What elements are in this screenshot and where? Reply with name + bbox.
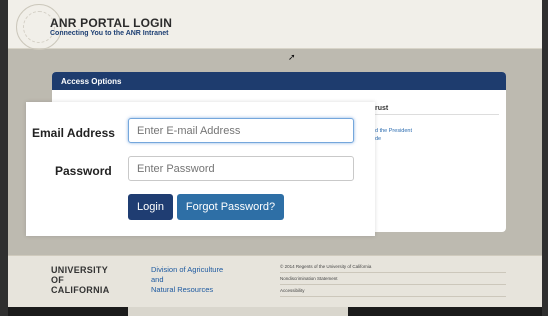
- division-line: Division of Agriculture: [151, 265, 224, 274]
- page-subtitle: Connecting You to the ANR Intranet: [50, 30, 169, 37]
- uc-logo-line: OF: [51, 275, 65, 285]
- copyright-link[interactable]: © 2014 Regents of the University of Cali…: [280, 261, 506, 273]
- footer-links: © 2014 Regents of the University of Cali…: [280, 261, 506, 297]
- header-bar: ANR PORTAL LOGIN Connecting You to the A…: [8, 0, 542, 50]
- side-link-guide[interactable]: de: [375, 136, 381, 142]
- background-document: [128, 307, 348, 316]
- access-options-heading: Access Options: [52, 72, 506, 90]
- divider: [375, 114, 499, 115]
- uc-logo-line: UNIVERSITY: [51, 265, 109, 275]
- accessibility-link[interactable]: Accessibility: [280, 285, 506, 297]
- password-label: Password: [55, 164, 112, 178]
- uc-logo: UNIVERSITY OF CALIFORNIA: [51, 265, 110, 295]
- mouse-pointer-icon: ➚: [288, 52, 296, 62]
- side-link-president[interactable]: d the President: [375, 128, 412, 134]
- email-label: Email Address: [32, 126, 115, 140]
- password-field[interactable]: [128, 156, 354, 181]
- side-heading: rust: [375, 105, 389, 112]
- forgot-password-button[interactable]: Forgot Password?: [177, 194, 284, 220]
- anr-division-link[interactable]: Division of Agriculture and Natural Reso…: [151, 265, 223, 295]
- page-title: ANR PORTAL LOGIN: [50, 16, 173, 30]
- division-line: Natural Resources: [151, 285, 214, 294]
- uc-logo-line: CALIFORNIA: [51, 285, 110, 295]
- login-form: Email Address Password Login Forgot Pass…: [26, 102, 375, 236]
- nondiscrimination-link[interactable]: Nondiscrimination Statement: [280, 273, 506, 285]
- division-line: and: [151, 275, 164, 284]
- login-button[interactable]: Login: [128, 194, 173, 220]
- email-field[interactable]: [128, 118, 354, 143]
